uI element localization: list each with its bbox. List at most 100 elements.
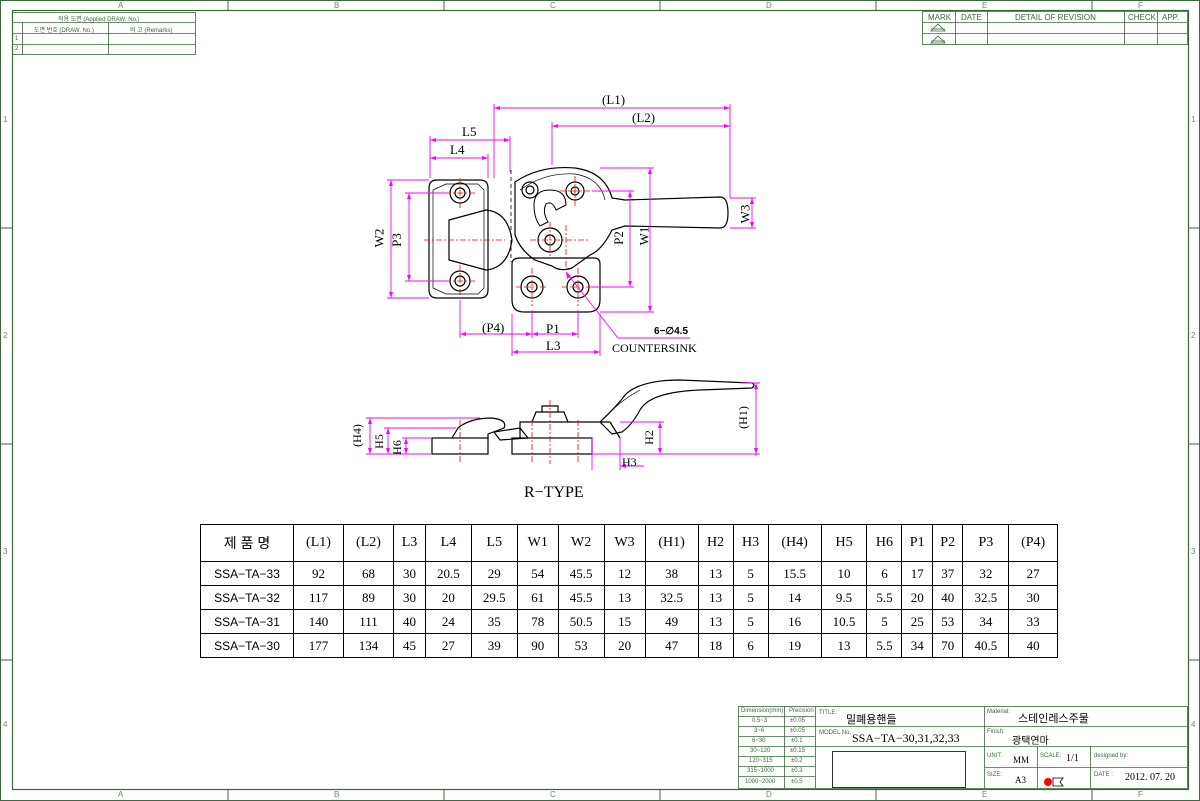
table-cell: 27	[1008, 561, 1058, 586]
dim-label-h6: H6	[389, 440, 404, 455]
table-cell: 33	[1008, 609, 1058, 634]
dim-label-l1: (L1)	[602, 92, 626, 107]
table-header-cell: W1	[516, 524, 559, 562]
dim-label-h1: (H1)	[735, 406, 750, 429]
technical-drawing	[0, 0, 1200, 801]
table-cell: 78	[516, 609, 559, 634]
table-cell: 89	[343, 585, 394, 610]
table-cell: 13	[697, 609, 734, 634]
dim-label-p2: P2	[610, 231, 626, 245]
dim-label-p3: P3	[388, 233, 404, 247]
table-header-cell: (L1)	[293, 524, 344, 562]
tolerance-value: ±0.05	[790, 728, 805, 734]
tolerance-value: ±0.5	[791, 779, 803, 785]
applied-box-row2: 2	[15, 46, 19, 52]
table-cell: 16	[767, 609, 822, 634]
zone-letter-a-bottom: A	[118, 790, 124, 799]
table-cell: 38	[644, 561, 699, 586]
dim-label-h5: H5	[371, 434, 386, 449]
tolerance-value: ±0.3	[791, 768, 803, 774]
zone-number-4-right: 4	[1191, 720, 1196, 729]
table-cell: 134	[343, 633, 394, 658]
dim-label-h4: (H4)	[349, 424, 364, 447]
table-header-cell: L3	[393, 524, 426, 562]
tolerance-range: 0.5~3	[752, 718, 768, 724]
table-cell: 45	[393, 633, 426, 658]
unit-value: MM	[1013, 755, 1030, 765]
zone-letter-d-bottom: D	[766, 790, 772, 799]
table-cell: 10.5	[820, 609, 868, 634]
zone-letter-f-top: F	[1138, 1, 1143, 10]
date-value: 2012. 07. 20	[1125, 772, 1175, 783]
table-cell: 32.5	[962, 585, 1010, 610]
table-cell: 5	[866, 609, 903, 634]
tolerance-range: 3~6	[754, 728, 765, 734]
table-header-cell: 제 품 명	[200, 524, 294, 562]
table-cell: SSA−TA−30	[200, 633, 294, 658]
table-cell: 5	[732, 561, 769, 586]
table-cell: 5	[732, 609, 769, 634]
table-cell: 47	[644, 633, 699, 658]
hole-note: 6−∅4.5	[654, 326, 689, 337]
table-cell: 32.5	[644, 585, 699, 610]
table-cell: 13	[820, 633, 868, 658]
table-cell: 5	[732, 585, 769, 610]
tolerance-header-precision: Precision	[789, 708, 814, 714]
size-value: A3	[1015, 775, 1026, 785]
table-cell: 30	[393, 585, 426, 610]
table-cell: 29	[470, 561, 518, 586]
applied-box-col1: 도면 번호 (DRAW. No.)	[34, 28, 94, 34]
table-row: SSA−TA−32 117 89 30 20 29.5 61 45.5 13 3…	[200, 585, 1058, 610]
table-header-cell: P3	[962, 524, 1010, 562]
scale-value: 1/1	[1066, 753, 1079, 764]
table-cell: SSA−TA−32	[200, 585, 294, 610]
table-header-cell: H3	[732, 524, 769, 562]
tolerance-range: 1000~2000	[745, 779, 776, 785]
zone-letter-d-top: D	[766, 1, 772, 10]
table-cell: 40	[931, 585, 964, 610]
revision-header-mark: MARK	[928, 13, 952, 22]
table-cell: 13	[697, 585, 734, 610]
table-cell: 35	[470, 609, 518, 634]
table-cell: 10	[820, 561, 868, 586]
dim-label-l5: L5	[462, 124, 477, 139]
dim-label-l2: (L2)	[632, 110, 656, 125]
table-header-cell: P1	[901, 524, 933, 562]
zone-letter-e-top: E	[982, 1, 988, 10]
zone-letter-e-bottom: E	[982, 790, 988, 799]
table-header-cell: P2	[931, 524, 964, 562]
zone-number-2-right: 2	[1191, 331, 1196, 340]
tolerance-value: ±0.05	[790, 718, 805, 724]
table-cell: 34	[901, 633, 933, 658]
table-header-cell: H5	[820, 524, 868, 562]
table-cell: 20	[901, 585, 933, 610]
table-cell: 40	[393, 609, 426, 634]
table-cell: 6	[866, 561, 903, 586]
applied-box-row1: 1	[15, 36, 19, 42]
table-cell: 140	[293, 609, 344, 634]
table-cell: 30	[393, 561, 426, 586]
finish-value: 광택연마	[1012, 736, 1049, 747]
material-label: Material:	[987, 709, 1011, 715]
zone-number-4-left: 4	[3, 720, 8, 729]
table-cell: 49	[644, 609, 699, 634]
zone-number-1-left: 1	[3, 115, 8, 124]
table-cell: 15	[603, 609, 646, 634]
applied-box-header: 적용 도면 (Applied DRAW. No.)	[58, 17, 140, 23]
dim-label-h2: H2	[641, 430, 656, 445]
table-cell: 61	[516, 585, 559, 610]
revision-header-detail: DETAIL OF REVISION	[1015, 13, 1096, 22]
table-cell: 53	[557, 633, 605, 658]
countersink-note: COUNTERSINK	[612, 341, 697, 355]
table-cell: SSA−TA−31	[200, 609, 294, 634]
revision-header-check: CHECK	[1128, 13, 1157, 22]
dim-label-w1: W1	[636, 226, 652, 246]
dimension-table: 제 품 명 (L1) (L2) L3 L4 L5 W1 W2 W3 (H1) H…	[200, 524, 1058, 658]
stamp-icon	[1044, 777, 1064, 787]
dim-label-p4: (P4)	[482, 320, 505, 335]
table-header-cell: H2	[697, 524, 734, 562]
side-view-arrowheads	[368, 383, 758, 468]
zone-number-3-right: 3	[1191, 547, 1196, 556]
table-header-cell: L4	[424, 524, 472, 562]
zone-letter-a-top: A	[118, 1, 124, 10]
